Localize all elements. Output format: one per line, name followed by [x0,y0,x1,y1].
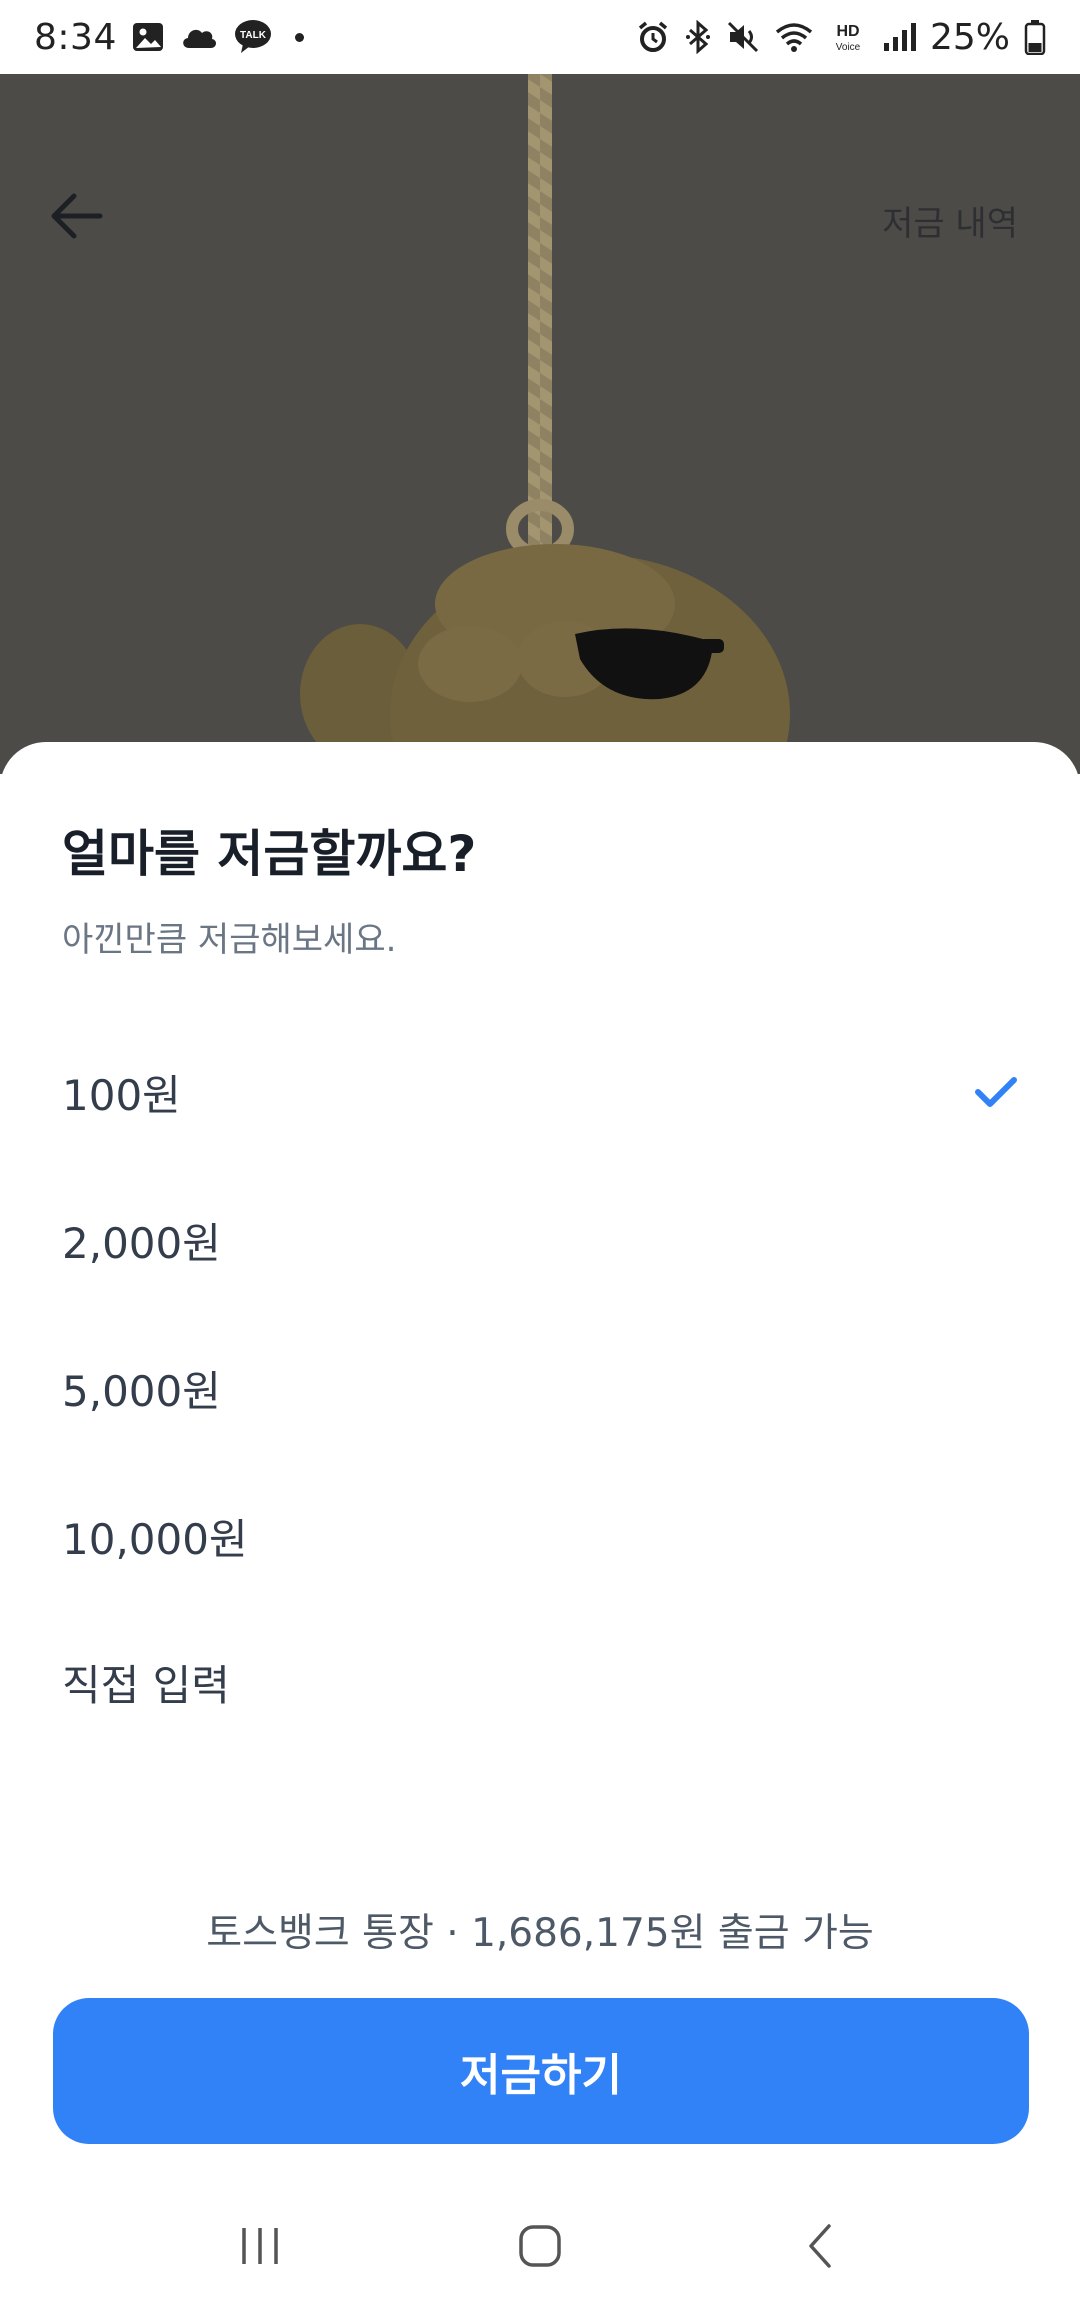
battery-icon [1024,19,1046,55]
option-label: 직접 입력 [62,1660,230,1710]
gallery-icon [131,20,165,54]
hd-voice-bottom: Voice [836,42,861,53]
recent-apps-button[interactable] [210,2208,310,2288]
status-bar-left: 8:34 TALK [34,17,304,58]
amount-option-5000[interactable]: 5,000원 [0,1318,1080,1458]
savings-history-link[interactable]: 저금 내역 [882,196,1018,245]
arrow-left-icon [48,192,104,244]
status-time: 8:34 [34,16,117,58]
status-bar-right: HD Voice 25% [636,17,1046,58]
amount-bottom-sheet: 얼마를 저금할까요? 아낀만큼 저금해보세요. 100원 2,000원 5,00… [0,742,1080,2316]
check-icon [974,1070,1018,1114]
amount-option-custom[interactable]: 직접 입력 [0,1612,1080,1752]
option-label: 100원 [62,1070,181,1120]
amount-option-2000[interactable]: 2,000원 [0,1170,1080,1310]
hero-background: 저금 내역 [0,74,1080,774]
mute-icon [726,20,760,54]
sheet-subtitle: 아낀만큼 저금해보세요. [62,920,397,960]
home-button[interactable] [490,2208,590,2288]
recent-apps-icon [238,2226,282,2270]
talk-badge-text: TALK [240,30,267,41]
withdrawable-balance: 토스뱅크 통장 · 1,686,175원 출금 가능 [206,1911,874,1956]
wifi-icon [774,20,814,54]
piggy-fish-illustration [300,74,790,774]
more-dot-icon [294,32,304,42]
back-button[interactable] [44,186,108,250]
bluetooth-icon [684,20,712,54]
kakaotalk-icon: TALK [233,19,273,55]
option-label: 5,000원 [62,1366,221,1416]
option-label: 10,000원 [62,1514,248,1564]
hd-voice-top: HD [836,23,859,40]
save-money-button[interactable]: 저금하기 [53,1998,1029,2144]
sheet-title: 얼마를 저금할까요? [62,825,477,883]
cloud-icon [179,22,219,52]
nav-back-button[interactable] [770,2208,870,2288]
status-bar: 8:34 TALK HD Voice 25% [0,0,1080,74]
option-label: 2,000원 [62,1218,221,1268]
signal-icon [882,21,916,53]
back-icon [805,2222,835,2274]
home-icon [518,2224,562,2272]
hd-voice-icon: HD Voice [828,20,868,54]
screen: 8:34 TALK HD Voice 25% 저금 내역 얼마를 저금할까요? … [0,0,1080,2316]
alarm-icon [636,20,670,54]
amount-option-10000[interactable]: 10,000원 [0,1466,1080,1606]
battery-percent: 25% [929,16,1010,58]
system-nav-bar [0,2180,1080,2316]
amount-option-100[interactable]: 100원 [0,1022,1080,1162]
